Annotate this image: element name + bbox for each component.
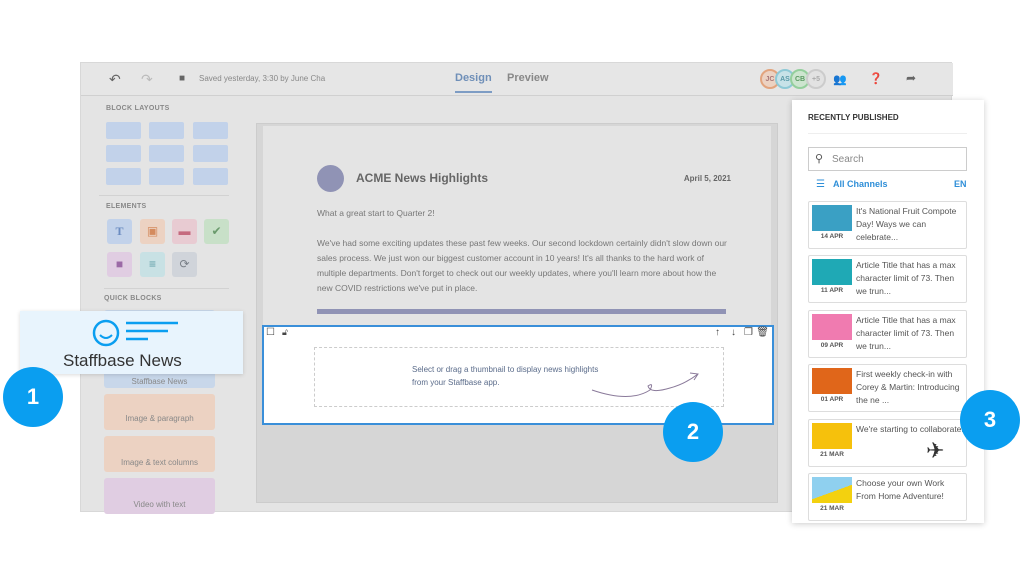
lock-icon[interactable]: 🔓︎ [282, 327, 288, 338]
staffbase-logo-icon [92, 319, 178, 347]
panel-title: RECENTLY PUBLISHED [808, 113, 899, 122]
image-element-icon[interactable]: ▣ [140, 219, 165, 244]
recently-published-panel: RECENTLY PUBLISHED ⚲ Search ☰ All Channe… [792, 100, 984, 523]
saved-status: Saved yesterday, 3:30 by June Cha [199, 74, 326, 83]
article-thumbnail [812, 205, 852, 231]
step-badge-3: 3 [960, 390, 1020, 450]
layout-option[interactable] [193, 168, 228, 185]
article-date: 09 APR [820, 342, 844, 349]
email-intro: What a great start to Quarter 2! [317, 208, 435, 218]
share-icon[interactable]: ➦ [906, 71, 916, 85]
search-placeholder: Search [832, 154, 864, 165]
layout-option[interactable] [193, 145, 228, 162]
list-item[interactable]: 01 APR First weekly check-in with Corey &… [808, 364, 967, 412]
quick-block-video-text[interactable]: Video with text [104, 478, 215, 514]
move-down-icon[interactable]: ↓ [731, 327, 736, 338]
step-badge-2: 2 [663, 402, 723, 462]
list-item[interactable]: 21 MAR Choose your own Work From Home Adv… [808, 473, 967, 521]
article-title: We're starting to collaborate! [856, 424, 964, 434]
divider [99, 195, 229, 196]
section-block-layouts: BLOCK LAYOUTS [106, 105, 170, 112]
article-title: It's National Fruit Compote Day! Ways we… [856, 206, 957, 242]
filter-icon[interactable]: ☰ [816, 179, 825, 190]
quick-block-image-text-columns[interactable]: Image & text columns [104, 436, 215, 472]
layout-option[interactable] [106, 122, 141, 139]
users-icon[interactable]: 👥 [833, 73, 847, 86]
layout-option[interactable] [149, 145, 184, 162]
layout-option[interactable] [149, 122, 184, 139]
layout-option[interactable] [193, 122, 228, 139]
section-quick-blocks: QUICK BLOCKS [104, 295, 162, 302]
list-item[interactable]: 14 APR It's National Fruit Compote Day! W… [808, 201, 967, 249]
quick-block-label: Staffbase News [131, 377, 188, 386]
check-element-icon[interactable]: ✔ [204, 219, 229, 244]
article-date: 11 APR [820, 287, 844, 294]
paper-plane-icon: ✈︎ [926, 438, 945, 463]
divider [808, 133, 967, 134]
list-item[interactable]: 09 APR Article Title that has a max chara… [808, 310, 967, 358]
layout-option[interactable] [106, 168, 141, 185]
help-icon[interactable]: ❓ [869, 72, 883, 85]
callout-label: Staffbase News [63, 351, 182, 370]
article-date: 21 MAR [820, 505, 844, 512]
quick-block-image-paragraph[interactable]: Image & paragraph [104, 394, 215, 430]
move-up-icon[interactable]: ↑ [715, 327, 720, 338]
article-date: 01 APR [820, 396, 844, 403]
channel-filter[interactable]: All Channels [833, 179, 888, 189]
article-date: 21 MAR [820, 451, 844, 458]
arrow-doodle-icon [591, 372, 699, 397]
button-element-icon[interactable]: ▬ [172, 219, 197, 244]
toolbar: ↶ ↷ ■ Saved yesterday, 3:30 by June Cha … [81, 63, 953, 96]
email-header-block[interactable]: ACME News Highlights April 5, 2021 What … [263, 126, 771, 326]
undo-icon[interactable]: ↶ [109, 71, 121, 88]
email-date: April 5, 2021 [683, 174, 731, 183]
divider-element-icon[interactable]: ≡ [140, 252, 165, 277]
article-thumbnail [812, 368, 852, 394]
avatar-more[interactable]: +5 [806, 69, 826, 89]
article-thumbnail [812, 477, 852, 503]
sidebar: BLOCK LAYOUTS ELEMENTS T ▣ ▬ ✔ ■ ≡ ⟳ QUI… [81, 97, 246, 514]
language-selector[interactable]: EN [954, 179, 967, 189]
drop-zone-hint: Select or drag a thumbnail to display ne… [412, 365, 599, 387]
article-thumbnail [812, 314, 852, 340]
list-item[interactable]: 11 APR Article Title that has a max chara… [808, 255, 967, 303]
save-icon: ■ [179, 73, 186, 84]
search-icon: ⚲ [815, 153, 824, 165]
step-badge-1: 1 [3, 367, 63, 427]
logo-circle [317, 165, 344, 192]
email-title: ACME News Highlights [356, 171, 489, 185]
list-item[interactable]: 21 MAR We're starting to collaborate! ✈︎ [808, 419, 967, 467]
layout-option[interactable] [149, 168, 184, 185]
tab-design[interactable]: Design [455, 72, 492, 93]
article-thumbnail [812, 423, 852, 449]
duplicate-icon[interactable]: ❐ [744, 327, 753, 338]
article-title: Article Title that has a max character l… [856, 260, 956, 296]
text-element-icon[interactable]: T [107, 219, 132, 244]
article-title: First weekly check-in with Corey & Marti… [856, 369, 960, 405]
drop-zone[interactable]: Select or drag a thumbnail to display ne… [314, 347, 724, 407]
redo-icon[interactable]: ↷ [141, 71, 153, 88]
article-title: Article Title that has a max character l… [856, 315, 956, 351]
email-body: We've had some exciting updates these pa… [317, 238, 727, 293]
layout-option[interactable] [106, 145, 141, 162]
delete-icon[interactable]: 🗑︎ [756, 327, 769, 338]
article-date: 14 APR [820, 233, 844, 240]
video-element-icon[interactable]: ■ [107, 252, 132, 277]
share-element-icon[interactable]: ⟳ [172, 252, 197, 277]
article-thumbnail [812, 259, 852, 285]
quick-block-label: Video with text [133, 500, 186, 509]
checkbox-icon[interactable]: ☐ [266, 327, 275, 338]
section-elements: ELEMENTS [106, 203, 147, 210]
tab-preview[interactable]: Preview [507, 72, 549, 84]
staffbase-news-callout[interactable]: Staffbase News [20, 311, 243, 374]
accent-bar [317, 309, 726, 314]
quick-block-label: Image & text columns [121, 458, 198, 467]
search-input[interactable]: ⚲ Search [808, 147, 967, 171]
article-title: Choose your own Work From Home Adventure… [856, 478, 945, 501]
quick-block-label: Image & paragraph [125, 414, 194, 423]
divider [104, 288, 229, 289]
